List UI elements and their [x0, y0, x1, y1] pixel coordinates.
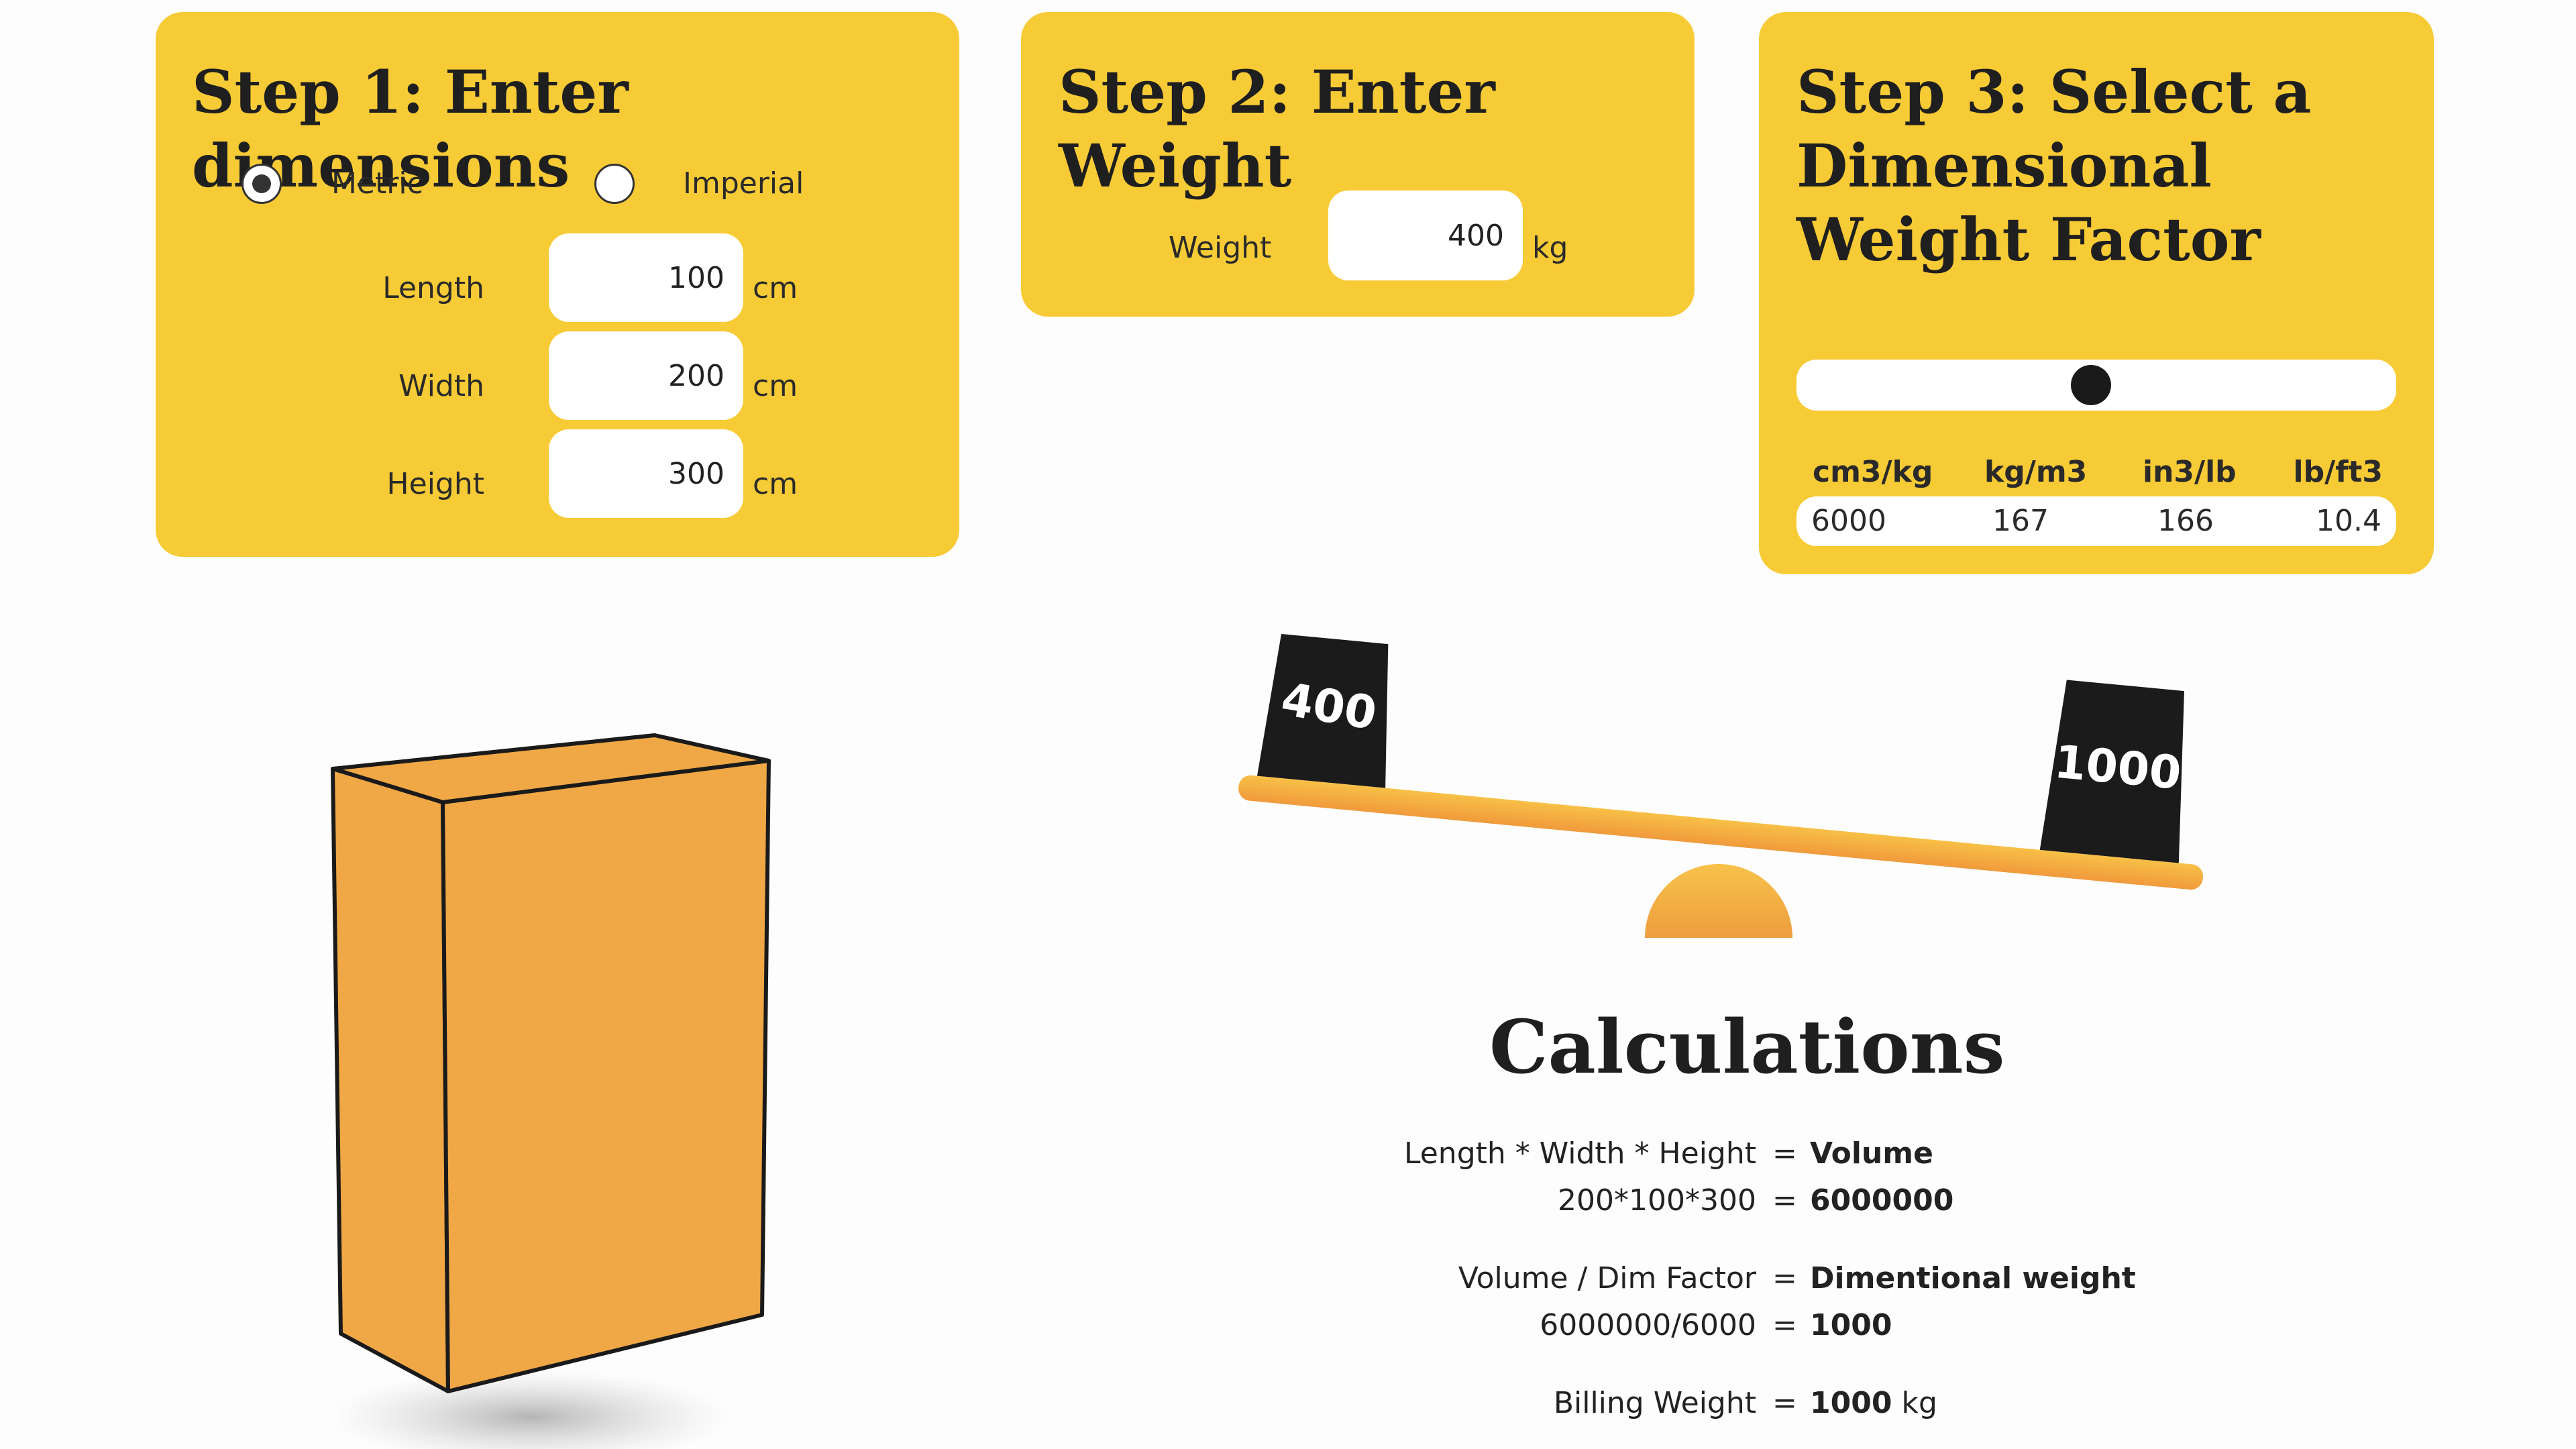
width-label: Width	[398, 369, 484, 403]
metric-radio[interactable]	[241, 164, 282, 204]
calc-right: Dimentional weight	[1810, 1261, 2136, 1295]
factor-header-cm3kg: cm3/kg	[1813, 455, 1933, 489]
calc-equals: =	[1772, 1183, 1797, 1218]
metric-label[interactable]: Metric	[331, 164, 423, 204]
width-unit: cm	[753, 369, 798, 403]
dim-factor-slider-thumb[interactable]	[2070, 365, 2111, 405]
calc-left: Volume / Dim Factor	[1458, 1261, 1756, 1295]
step1-title: Step 1: Enter dimensions	[192, 57, 629, 201]
step2-card: Step 2: Enter Weight Weight kg	[1021, 12, 1695, 317]
factor-value-lbft3: 10.4	[2316, 504, 2381, 538]
calc-right: Volume	[1810, 1136, 1933, 1171]
calc-left: Billing Weight	[1553, 1386, 1756, 1420]
step3-card: Step 3: Select a Dimensional Weight Fact…	[1759, 12, 2434, 574]
height-unit: cm	[753, 467, 798, 501]
step2-title: Step 2: Enter Weight	[1059, 57, 1495, 201]
calc-equals: =	[1772, 1308, 1797, 1342]
package-box-illustration	[329, 733, 771, 1449]
calc-right: 1000 kg	[1810, 1383, 1937, 1424]
scale-fulcrum	[1645, 864, 1792, 938]
weight-unit: kg	[1532, 231, 1568, 265]
factor-value-cm3kg: 6000	[1811, 504, 1886, 538]
calc-left: Length * Width * Height	[1404, 1136, 1756, 1171]
factor-table-header: cm3/kg kg/m3 in3/lb lb/ft3	[1796, 452, 2396, 492]
step3-title: Step 3: Select a Dimensional Weight Fact…	[1796, 57, 2312, 274]
calculations-title: Calculations	[1489, 1004, 2005, 1090]
calc-right: 6000000	[1810, 1183, 1954, 1218]
billing-weight-value: 1000	[1810, 1386, 1892, 1420]
height-input[interactable]	[549, 429, 743, 518]
step1-card: Step 1: Enter dimensions Metric Imperial…	[156, 12, 959, 557]
dim-factor-slider-track[interactable]	[1796, 360, 2396, 411]
calc-right: 1000	[1810, 1308, 1892, 1342]
factor-header-kgm3: kg/m3	[1984, 455, 2088, 489]
length-input[interactable]	[549, 233, 743, 322]
length-label: Length	[382, 271, 484, 305]
imperial-radio[interactable]	[594, 164, 635, 204]
calc-equals: =	[1772, 1261, 1797, 1295]
factor-header-in3lb: in3/lb	[2143, 455, 2237, 489]
height-label: Height	[386, 467, 484, 501]
length-unit: cm	[753, 271, 798, 305]
factor-values-row: 6000 167 166 10.4	[1796, 496, 2396, 546]
factor-value-in3lb: 166	[2157, 504, 2214, 538]
imperial-label[interactable]: Imperial	[683, 164, 804, 204]
factor-header-lbft3: lb/ft3	[2293, 455, 2383, 489]
calc-left: 200*100*300	[1558, 1183, 1756, 1218]
calc-left: 6000000/6000	[1540, 1308, 1756, 1342]
weight-input[interactable]	[1328, 191, 1523, 280]
box-front	[441, 759, 771, 1393]
calc-equals: =	[1772, 1136, 1797, 1171]
width-input[interactable]	[549, 331, 743, 420]
box-left-side	[331, 767, 450, 1393]
weight-label: Weight	[1169, 231, 1272, 265]
box-shadow	[329, 1370, 731, 1449]
billing-weight-unit: kg	[1901, 1386, 1937, 1420]
factor-value-kgm3: 167	[1992, 504, 2049, 538]
balance-scale-illustration: 400 1000	[1238, 634, 2204, 938]
calc-equals: =	[1772, 1386, 1797, 1420]
